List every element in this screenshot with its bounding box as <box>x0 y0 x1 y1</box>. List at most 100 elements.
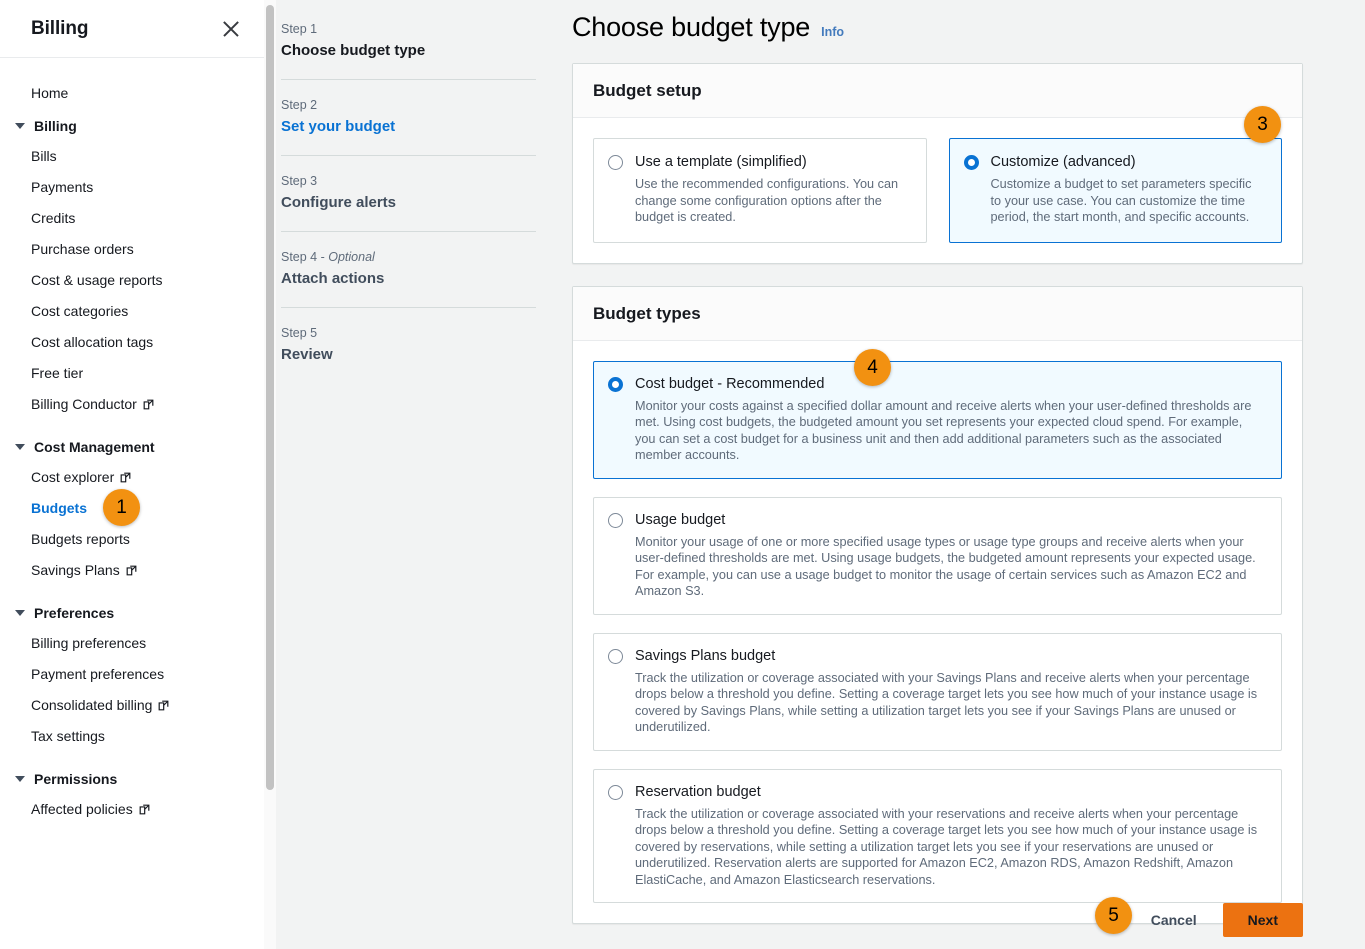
sidebar-group-label: Permissions <box>34 771 117 787</box>
sidebar-item-label: Billing Conductor <box>31 396 137 412</box>
caret-down-icon <box>15 123 25 129</box>
sidebar-group-label: Preferences <box>34 605 114 621</box>
wizard-step-name: Attach actions <box>281 268 536 290</box>
sidebar-item-free-tier[interactable]: Free tier <box>0 358 264 389</box>
wizard-step-number-text: Step 4 - <box>281 250 328 264</box>
sidebar-item-payment-preferences[interactable]: Payment preferences <box>0 659 264 690</box>
sidebar-item-label: Cost allocation tags <box>31 334 153 350</box>
budget-setup-option[interactable]: Use a template (simplified) Use the recom… <box>593 138 927 243</box>
option-description: Track the utilization or coverage associ… <box>635 670 1265 736</box>
option-description: Track the utilization or coverage associ… <box>635 806 1265 889</box>
info-link[interactable]: Info <box>821 25 844 39</box>
option-description: Customize a budget to set parameters spe… <box>991 176 1266 226</box>
sidebar-item-label: Payments <box>31 179 93 195</box>
page-title: Choose budget type <box>572 12 810 43</box>
billing-console-page: Billing Home Billing Bills Payments Credits… <box>0 0 1365 949</box>
sidebar-item-label: Purchase orders <box>31 241 134 257</box>
option-description: Monitor your usage of one or more specif… <box>635 534 1265 600</box>
wizard-step-name: Review <box>281 344 536 366</box>
sidebar-item-savings-plans[interactable]: Savings Plans <box>0 555 264 586</box>
sidebar: Billing Home Billing Bills Payments Credits… <box>0 0 265 949</box>
budget-type-option[interactable]: Savings Plans budget Track the utilizatio… <box>593 633 1282 751</box>
sidebar-item-label: Payment preferences <box>31 666 164 682</box>
sidebar-group-permissions[interactable]: Permissions <box>0 762 264 794</box>
radio-button[interactable] <box>608 785 623 800</box>
wizard-step-name: Choose budget type <box>281 40 536 62</box>
sidebar-item-bills[interactable]: Bills <box>0 141 264 172</box>
sidebar-item-label: Cost categories <box>31 303 128 319</box>
cancel-button[interactable]: Cancel <box>1147 906 1201 934</box>
sidebar-item-label: Cost & usage reports <box>31 272 163 288</box>
sidebar-scrollbar[interactable] <box>264 0 276 949</box>
wizard-step-number: Step 4 - Optional <box>281 248 536 266</box>
wizard-step-4[interactable]: Step 4 - Optional Attach actions <box>281 231 536 307</box>
wizard-step-2[interactable]: Step 2Set your budget <box>281 79 536 155</box>
budget-setup-header: Budget setup <box>573 64 1302 118</box>
radio-button[interactable] <box>608 155 623 170</box>
sidebar-item-home[interactable]: Home <box>0 78 264 109</box>
wizard-steps-nav: Step 1Choose budget typeStep 2Set your b… <box>265 0 572 949</box>
radio-button[interactable] <box>608 649 623 664</box>
budget-type-option[interactable]: Cost budget - RecommendedMonitor your co… <box>593 361 1282 479</box>
budget-type-option[interactable]: Usage budgetMonitor your usage of one or… <box>593 497 1282 615</box>
external-link-icon <box>139 804 150 815</box>
wizard-step-3[interactable]: Step 3 Configure alerts <box>281 155 536 231</box>
wizard-step-number-text: Step 5 <box>281 326 317 340</box>
page-title-row: Choose budget type Info <box>572 12 1303 63</box>
budget-types-title: Budget types <box>593 304 1282 324</box>
budget-types-card: Budget types Cost budget - RecommendedMo… <box>572 286 1303 925</box>
radio-button[interactable] <box>964 155 979 170</box>
external-link-icon <box>143 399 154 410</box>
radio-button[interactable] <box>608 377 623 392</box>
radio-button[interactable] <box>608 513 623 528</box>
wizard-step-optional-tag: Optional <box>328 250 375 264</box>
sidebar-group-label: Cost Management <box>34 439 155 455</box>
sidebar-item-billing-conductor[interactable]: Billing Conductor <box>0 389 264 420</box>
sidebar-header: Billing <box>0 0 264 58</box>
next-button[interactable]: Next <box>1223 903 1303 937</box>
sidebar-group-preferences[interactable]: Preferences <box>0 596 264 628</box>
sidebar-item-budgets-reports[interactable]: Budgets reports <box>0 524 264 555</box>
wizard-step-5[interactable]: Step 5 Review <box>281 307 536 383</box>
sidebar-item-tax-settings[interactable]: Tax settings <box>0 721 264 752</box>
option-label: Savings Plans budget <box>635 647 1265 665</box>
option-label: Customize (advanced) <box>991 153 1266 171</box>
sidebar-item-cost-allocation-tags[interactable]: Cost allocation tags <box>0 327 264 358</box>
budget-type-option[interactable]: Reservation budgetTrack the utilization … <box>593 769 1282 904</box>
sidebar-item-label: Billing preferences <box>31 635 146 651</box>
sidebar-group-cost-management[interactable]: Cost Management <box>0 430 264 462</box>
annotation-badge-5: 5 <box>1095 897 1132 934</box>
caret-down-icon <box>15 776 25 782</box>
sidebar-item-affected-policies[interactable]: Affected policies <box>0 794 264 825</box>
sidebar-item-label: Free tier <box>31 365 83 381</box>
budget-setup-option[interactable]: Customize (advanced) Customize a budget t… <box>949 138 1283 243</box>
sidebar-item-cost-explorer[interactable]: Cost explorer <box>0 462 264 493</box>
budget-setup-body: Use a template (simplified) Use the recom… <box>573 118 1302 263</box>
sidebar-scrollbar-thumb[interactable] <box>266 5 274 790</box>
wizard-step-number: Step 3 <box>281 172 536 190</box>
option-description: Use the recommended configurations. You … <box>635 176 910 226</box>
sidebar-item-credits[interactable]: Credits <box>0 203 264 234</box>
wizard-step-1[interactable]: Step 1Choose budget type <box>281 12 536 79</box>
sidebar-group-billing[interactable]: Billing <box>0 109 264 141</box>
caret-down-icon <box>15 444 25 450</box>
sidebar-title: Billing <box>31 18 88 40</box>
external-link-icon <box>158 700 169 711</box>
sidebar-nav: Home Billing Bills Payments Credits Purchase… <box>0 58 264 825</box>
sidebar-item-purchase-orders[interactable]: Purchase orders <box>0 234 264 265</box>
sidebar-item-consolidated-billing[interactable]: Consolidated billing <box>0 690 264 721</box>
sidebar-item-cost-categories[interactable]: Cost categories <box>0 296 264 327</box>
wizard-step-number-text: Step 3 <box>281 174 317 188</box>
wizard-step-name[interactable]: Set your budget <box>281 116 536 138</box>
sidebar-item-cost-usage-reports[interactable]: Cost & usage reports <box>0 265 264 296</box>
sidebar-item-payments[interactable]: Payments <box>0 172 264 203</box>
option-label: Cost budget - Recommended <box>635 375 1265 393</box>
wizard-step-number: Step 5 <box>281 324 536 342</box>
wizard-step-name: Configure alerts <box>281 192 536 214</box>
sidebar-item-label: Affected policies <box>31 801 133 817</box>
annotation-badge-1: 1 <box>103 489 140 526</box>
close-icon[interactable] <box>220 18 242 40</box>
sidebar-item-billing-preferences[interactable]: Billing preferences <box>0 628 264 659</box>
option-label: Use a template (simplified) <box>635 153 910 171</box>
sidebar-group-label: Billing <box>34 118 77 134</box>
